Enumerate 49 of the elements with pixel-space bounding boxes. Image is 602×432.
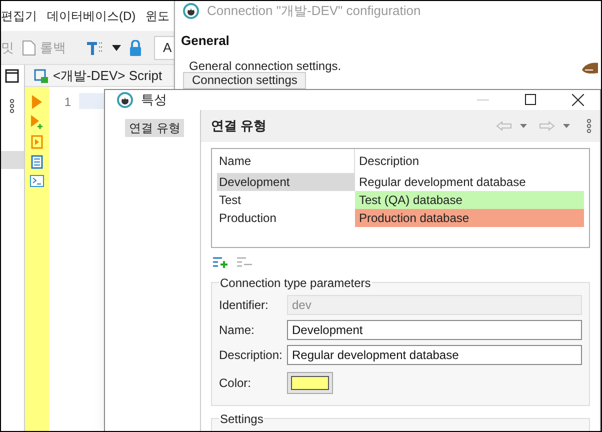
menu-item[interactable]: 윈도 bbox=[146, 7, 170, 25]
window-icon[interactable] bbox=[5, 69, 19, 83]
page-heading: 연결 유형 bbox=[211, 116, 267, 135]
remove-row-icon[interactable] bbox=[237, 256, 253, 268]
menu-item[interactable]: 데이터베이스(D) bbox=[47, 7, 136, 25]
line-number: 1 bbox=[63, 94, 71, 111]
table-row[interactable]: Development Regular development database bbox=[217, 172, 584, 190]
field-label: Color: bbox=[219, 374, 252, 392]
add-row-icon[interactable] bbox=[213, 256, 229, 268]
window-title: Connection "개발-DEV" configuration bbox=[207, 2, 421, 20]
field-label: Identifier: bbox=[219, 296, 270, 314]
field-label: Name: bbox=[219, 322, 256, 338]
menu-item[interactable]: 편집기 bbox=[1, 7, 37, 25]
editor-tab[interactable]: <개발-DEV> Script bbox=[53, 66, 162, 86]
play-icon[interactable] bbox=[32, 95, 42, 109]
field-label: Description: bbox=[219, 346, 284, 364]
table-row[interactable]: Production Production database bbox=[217, 208, 584, 226]
more-icon[interactable] bbox=[586, 118, 592, 132]
rollback-icon bbox=[22, 40, 36, 56]
group-title: Settings bbox=[219, 410, 264, 428]
more-icon[interactable] bbox=[9, 99, 15, 113]
play-plus-icon[interactable] bbox=[31, 115, 43, 129]
dialog-title: 특성 bbox=[141, 91, 167, 109]
table-cell: Test (QA) database bbox=[355, 190, 584, 208]
table-cell: Production database bbox=[355, 208, 584, 226]
group-title: Connection type parameters bbox=[219, 274, 372, 292]
settings-tab[interactable]: Connection settings bbox=[183, 72, 306, 89]
table-cell-text: Test bbox=[218, 192, 242, 208]
script-run-icon[interactable] bbox=[31, 135, 43, 149]
dropdown-caret-icon[interactable] bbox=[112, 44, 121, 50]
maximize-icon[interactable] bbox=[525, 94, 536, 106]
text-field[interactable]: Development bbox=[287, 320, 582, 340]
close-icon[interactable] bbox=[572, 94, 584, 106]
page-description: General connection settings. bbox=[189, 58, 342, 74]
document-icon[interactable] bbox=[31, 155, 43, 169]
script-icon bbox=[33, 68, 49, 84]
page-heading: General bbox=[180, 32, 230, 50]
table-cell-text: Production bbox=[218, 210, 278, 226]
table-row[interactable]: Test Test (QA) database bbox=[217, 190, 584, 208]
terminal-icon[interactable] bbox=[30, 175, 44, 187]
text-format-icon[interactable] bbox=[86, 40, 104, 56]
column-header[interactable]: Description bbox=[355, 152, 584, 170]
color-picker-button[interactable] bbox=[287, 372, 333, 394]
text-field[interactable]: Regular development database bbox=[287, 344, 582, 364]
nav-item[interactable]: 연결 유형 bbox=[125, 118, 184, 136]
app-logo-icon bbox=[117, 92, 133, 108]
table-cell: Development bbox=[217, 172, 355, 190]
lock-icon[interactable] bbox=[129, 40, 142, 56]
toolbar-field[interactable]: A bbox=[154, 36, 176, 60]
